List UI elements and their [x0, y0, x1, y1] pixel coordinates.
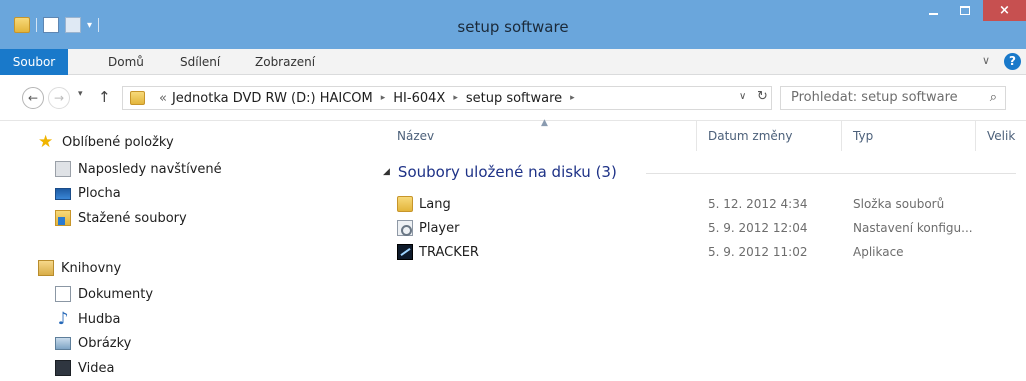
close-button[interactable]: × [983, 0, 1026, 21]
breadcrumb-separator-icon[interactable]: ▸ [453, 93, 458, 103]
config-file-icon [397, 220, 413, 236]
tab-home[interactable]: Domů [108, 49, 144, 75]
tab-file[interactable]: Soubor [0, 49, 68, 75]
navigation-pane: ★ Oblíbené položky Naposledy navštívené … [0, 121, 370, 381]
column-divider[interactable] [841, 121, 842, 151]
table-row[interactable]: TRACKER 5. 9. 2012 11:02 Aplikace [370, 241, 1026, 263]
tab-view[interactable]: Zobrazení [255, 49, 315, 75]
file-type: Nastavení konfigu... [853, 221, 973, 235]
sidebar-item-documents[interactable]: Dokumenty [55, 286, 153, 302]
expand-ribbon-chevron-icon[interactable]: ∨ [982, 54, 990, 67]
sidebar-item-downloads[interactable]: Stažené soubory [55, 210, 187, 226]
sidebar-item-pictures[interactable]: Obrázky [55, 336, 131, 351]
sidebar-item-favorites[interactable]: ★ Oblíbené položky [38, 132, 174, 152]
address-toolbar: ← → ▾ ↑ « Jednotka DVD RW (D:) HAICOM ▸ … [0, 75, 1026, 121]
sidebar-item-label: Naposledy navštívené [78, 161, 222, 177]
group-divider [646, 173, 1016, 174]
title-bar: ▾ setup software × [0, 0, 1026, 49]
file-type: Složka souborů [853, 197, 945, 211]
sidebar-item-label: Dokumenty [78, 286, 154, 302]
column-header-type[interactable]: Typ [853, 129, 873, 143]
minimize-button[interactable] [918, 0, 948, 21]
videos-icon [55, 360, 71, 376]
collapse-group-icon[interactable]: ◢ [383, 167, 390, 177]
group-header-label: Soubory uložené na disku (3) [397, 163, 617, 181]
group-header[interactable]: ◢ Soubory uložené na disku (3) [383, 163, 617, 181]
file-name-cell[interactable]: Lang [397, 196, 451, 212]
application-icon [397, 244, 413, 260]
file-name: TRACKER [419, 244, 479, 260]
sidebar-item-libraries[interactable]: Knihovny [38, 260, 121, 276]
breadcrumb-separator-icon[interactable]: ▸ [570, 93, 575, 103]
music-icon: ♪ [57, 309, 69, 329]
sidebar-item-recent-places[interactable]: Naposledy navštívené [55, 161, 222, 177]
help-icon[interactable]: ? [1004, 53, 1021, 70]
recent-places-icon [55, 161, 71, 177]
folder-icon [397, 196, 413, 212]
sidebar-item-label: Obrázky [78, 336, 132, 351]
sidebar-item-label: Stažené soubory [78, 210, 187, 226]
maximize-icon [960, 6, 970, 15]
folder-icon [130, 91, 145, 105]
sidebar-item-label: Hudba [78, 311, 121, 327]
tab-share[interactable]: Sdílení [180, 49, 220, 75]
sidebar-item-label: Oblíbené položky [62, 134, 174, 150]
star-icon: ★ [38, 132, 54, 152]
file-date: 5. 9. 2012 11:02 [708, 245, 808, 259]
desktop-icon [55, 187, 71, 200]
search-placeholder: Prohledat: setup software [791, 90, 958, 105]
sidebar-item-desktop[interactable]: Plocha [55, 186, 121, 201]
sidebar-item-music[interactable]: ♪ Hudba [55, 309, 121, 329]
sort-ascending-icon: ▲ [541, 118, 548, 128]
sidebar-item-label: Videa [78, 360, 115, 376]
documents-icon [55, 286, 71, 302]
overflow-chevron-icon[interactable]: « [159, 91, 167, 106]
column-header-size[interactable]: Velik [987, 129, 1015, 143]
search-icon[interactable]: ⌕ [990, 87, 997, 109]
file-name: Player [419, 220, 460, 236]
up-button[interactable]: ↑ [98, 88, 111, 106]
file-date: 5. 9. 2012 12:04 [708, 221, 808, 235]
search-input[interactable]: Prohledat: setup software ⌕ [780, 86, 1006, 110]
back-button[interactable]: ← [22, 87, 44, 109]
file-name-cell[interactable]: TRACKER [397, 244, 479, 260]
forward-button[interactable]: → [48, 87, 70, 109]
maximize-button[interactable] [950, 0, 980, 21]
sidebar-item-videos[interactable]: Videa [55, 360, 114, 376]
column-header-name[interactable]: Název [397, 129, 434, 143]
table-row[interactable]: Lang 5. 12. 2012 4:34 Složka souborů [370, 193, 1026, 215]
breadcrumb-item[interactable]: HI-604X [393, 91, 445, 106]
minimize-icon [928, 12, 938, 15]
ribbon-tabs: Soubor Domů Sdílení Zobrazení ∨ ? [0, 49, 1026, 75]
sidebar-item-label: Plocha [78, 186, 121, 201]
address-bar[interactable]: « Jednotka DVD RW (D:) HAICOM ▸ HI-604X … [122, 86, 772, 110]
table-row[interactable]: Player 5. 9. 2012 12:04 Nastavení konfig… [370, 217, 1026, 239]
breadcrumb-separator-icon[interactable]: ▸ [381, 93, 386, 103]
file-name-cell[interactable]: Player [397, 220, 459, 236]
file-name: Lang [419, 196, 451, 212]
column-header-date[interactable]: Datum změny [708, 129, 793, 143]
close-icon: × [999, 3, 1010, 18]
refresh-icon[interactable]: ↻ [757, 89, 768, 104]
sidebar-item-label: Knihovny [61, 260, 122, 276]
breadcrumb-item[interactable]: Jednotka DVD RW (D:) HAICOM [172, 91, 373, 106]
column-divider[interactable] [975, 121, 976, 151]
column-divider[interactable] [696, 121, 697, 151]
pictures-icon [55, 337, 71, 350]
window-title: setup software [457, 18, 569, 36]
file-date: 5. 12. 2012 4:34 [708, 197, 808, 211]
libraries-icon [38, 260, 54, 276]
address-history-chevron-icon[interactable]: ∨ [739, 91, 746, 102]
downloads-icon [55, 210, 71, 226]
file-type: Aplikace [853, 245, 904, 259]
file-list: ▲ Název Datum změny Typ Velik ◢ Soubory … [370, 118, 1026, 381]
breadcrumb-item[interactable]: setup software [466, 91, 562, 106]
recent-locations-chevron-icon[interactable]: ▾ [78, 89, 83, 99]
